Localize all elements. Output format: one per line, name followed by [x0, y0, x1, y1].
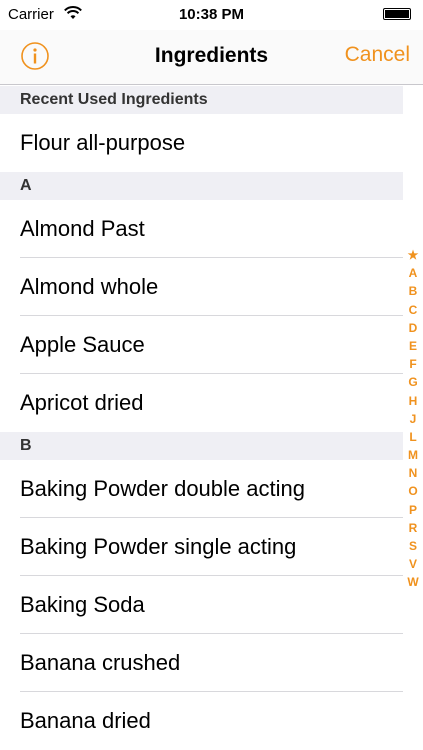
list-item-label: Apple Sauce: [20, 332, 145, 357]
list-item[interactable]: Baking Soda: [0, 576, 403, 634]
index-v[interactable]: V: [403, 555, 423, 573]
list-item[interactable]: Baking Powder double acting: [0, 460, 403, 518]
index-o[interactable]: O: [403, 482, 423, 500]
index-l[interactable]: L: [403, 428, 423, 446]
list-item-label: Baking Soda: [20, 592, 145, 617]
index-a[interactable]: A: [403, 264, 423, 282]
list-item-label: Baking Powder double acting: [20, 476, 305, 501]
index-e[interactable]: E: [403, 337, 423, 355]
list-item-label: Apricot dried: [20, 390, 144, 415]
list-item-label: Flour all-purpose: [20, 130, 186, 155]
list-item[interactable]: Baking Powder single acting: [0, 518, 403, 576]
list-item[interactable]: Banana dried: [0, 692, 403, 750]
cancel-button[interactable]: Cancel: [345, 43, 410, 67]
index-p[interactable]: P: [403, 501, 423, 519]
list-item-label: Almond Past: [20, 216, 145, 241]
list-item-label: Almond whole: [20, 274, 159, 299]
section-header-a: A: [0, 172, 403, 200]
index-s[interactable]: S: [403, 537, 423, 555]
list-item-label: Baking Powder single acting: [20, 534, 297, 559]
list-item[interactable]: Apricot dried: [0, 374, 403, 432]
list-item[interactable]: Almond Past: [0, 200, 403, 258]
battery-nub: [383, 8, 411, 20]
list-item-label: Banana dried: [20, 708, 151, 733]
index-star[interactable]: ★: [403, 246, 423, 264]
index-r[interactable]: R: [403, 519, 423, 537]
ingredient-list: Recent Used Ingredients Flour all-purpos…: [0, 86, 403, 750]
index-f[interactable]: F: [403, 355, 423, 373]
status-bar: Carrier 10:38 PM: [0, 0, 423, 30]
list-item-label: Banana crushed: [20, 650, 181, 675]
index-w[interactable]: W: [403, 573, 423, 591]
section-index[interactable]: ★ A B C D E F G H J L M N O P R S V W: [403, 246, 423, 592]
list-item[interactable]: Apple Sauce: [0, 316, 403, 374]
list-item[interactable]: Banana crushed: [0, 634, 403, 692]
list-item[interactable]: Flour all-purpose: [0, 114, 403, 172]
index-g[interactable]: G: [403, 373, 423, 391]
navigation-bar: Ingredients Cancel: [0, 30, 423, 85]
index-n[interactable]: N: [403, 464, 423, 482]
list-item[interactable]: Almond whole: [0, 258, 403, 316]
index-d[interactable]: D: [403, 319, 423, 337]
index-h[interactable]: H: [403, 392, 423, 410]
index-b[interactable]: B: [403, 282, 423, 300]
index-m[interactable]: M: [403, 446, 423, 464]
index-c[interactable]: C: [403, 301, 423, 319]
section-header-b: B: [0, 432, 403, 460]
status-time: 10:38 PM: [178, 6, 245, 23]
index-j[interactable]: J: [403, 410, 423, 428]
section-header-recent: Recent Used Ingredients: [0, 86, 403, 114]
